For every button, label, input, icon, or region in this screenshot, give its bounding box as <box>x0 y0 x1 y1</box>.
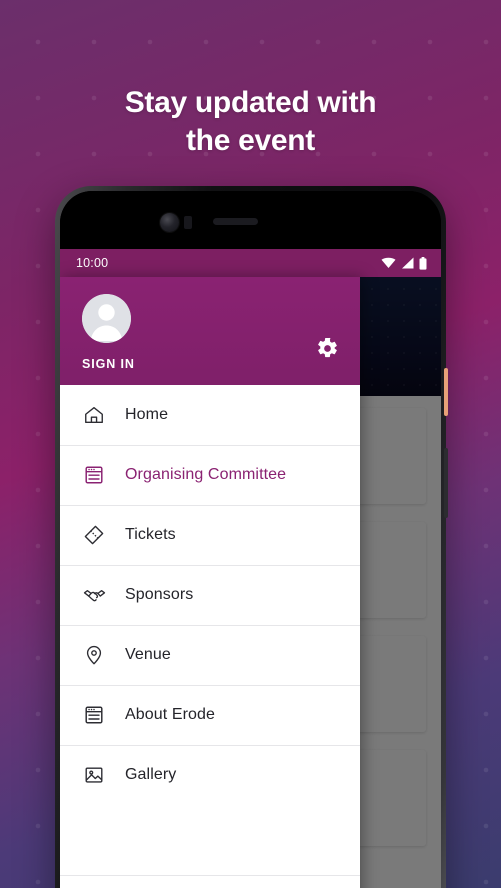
promo-headline-line-1: Stay updated with <box>124 86 377 119</box>
promo-background: Stay updated with the event COMMITTEE <box>0 0 501 888</box>
phone-top-bezel <box>60 191 441 249</box>
handshake-icon <box>82 583 106 607</box>
cellular-signal-icon <box>401 257 414 269</box>
gear-icon[interactable] <box>314 335 340 361</box>
status-bar-clock: 10:00 <box>76 256 109 270</box>
status-bar-icons <box>381 256 427 270</box>
sidebar-item-label: Home <box>125 406 169 423</box>
promo-headline: Stay updated with the event <box>0 84 501 160</box>
committee-document-icon <box>82 463 106 487</box>
navigation-drawer: SIGN IN Home Organising Committee Ticket… <box>60 277 360 888</box>
phone-screen: COMMITTEE 10:00 <box>60 191 441 888</box>
location-pin-icon <box>82 643 106 667</box>
promo-headline-line-2: the event <box>185 124 315 157</box>
sidebar-item-label: Venue <box>125 646 171 663</box>
sidebar-item-label: Tickets <box>125 526 176 543</box>
home-icon <box>82 403 106 427</box>
sidebar-item-gallery[interactable]: Gallery <box>60 745 360 805</box>
tickets-icon <box>82 523 106 547</box>
front-camera-icon <box>160 213 179 232</box>
timezone-selector[interactable]: Timezone-Asia/Calcutta <box>60 876 360 888</box>
account-avatar-icon[interactable] <box>82 294 131 343</box>
sidebar-item-venue[interactable]: Venue <box>60 625 360 685</box>
phone-device-frame: COMMITTEE 10:00 <box>55 186 448 888</box>
image-gallery-icon <box>82 763 106 787</box>
sidebar-item-label: Sponsors <box>125 586 194 603</box>
sidebar-item-organising-committee[interactable]: Organising Committee <box>60 445 360 505</box>
status-bar: 10:00 <box>60 249 441 277</box>
sidebar-item-label: Gallery <box>125 766 177 783</box>
drawer-header: SIGN IN <box>60 277 360 385</box>
sidebar-item-sponsors[interactable]: Sponsors <box>60 565 360 625</box>
phone-volume-button[interactable] <box>444 448 448 518</box>
sidebar-item-label: Organising Committee <box>125 466 287 483</box>
about-document-icon <box>82 703 106 727</box>
earpiece-speaker-icon <box>213 218 258 225</box>
drawer-footer: Timezone-Asia/Calcutta <box>60 875 360 888</box>
sidebar-item-label: About Erode <box>125 706 216 723</box>
sidebar-item-about-erode[interactable]: About Erode <box>60 685 360 745</box>
camera-sensor-icon <box>184 216 192 229</box>
sign-in-label[interactable]: SIGN IN <box>82 357 135 371</box>
sidebar-item-home[interactable]: Home <box>60 385 360 445</box>
drawer-menu-list: Home Organising Committee Tickets Sponso… <box>60 385 360 875</box>
phone-power-button[interactable] <box>444 368 448 416</box>
wifi-icon <box>381 257 396 269</box>
sidebar-item-tickets[interactable]: Tickets <box>60 505 360 565</box>
battery-icon <box>419 256 427 270</box>
